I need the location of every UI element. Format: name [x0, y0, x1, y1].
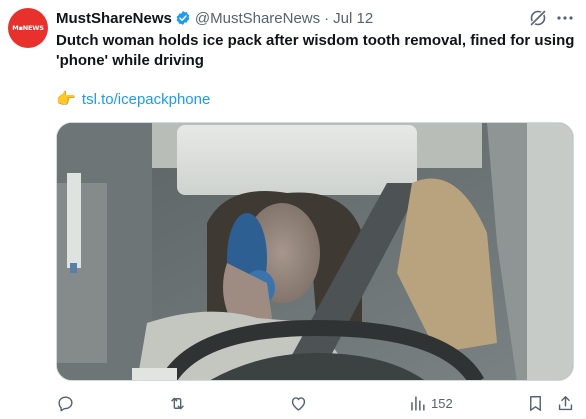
- bookmark-icon: [530, 395, 541, 411]
- reply-icon: [58, 395, 73, 411]
- verified-badge-icon[interactable]: [175, 10, 191, 26]
- retweet-button[interactable]: [168, 392, 187, 414]
- like-button[interactable]: [289, 392, 308, 414]
- pointing-hand-icon: 👉: [56, 91, 76, 108]
- tweet[interactable]: M▪NEWS MustShareNews @MustShareNews · Ju…: [0, 0, 586, 419]
- grok-icon[interactable]: [528, 8, 548, 28]
- link-line: 👉 tsl.to/icepackphone: [56, 90, 210, 110]
- post-date[interactable]: Jul 12: [333, 10, 373, 27]
- retweet-icon: [171, 397, 184, 409]
- bookmark-button[interactable]: [526, 392, 545, 414]
- handle[interactable]: @MustShareNews: [195, 10, 320, 27]
- tweet-link[interactable]: tsl.to/icepackphone: [82, 90, 210, 110]
- more-icon[interactable]: [555, 8, 575, 28]
- photo-car-interior: [57, 123, 573, 380]
- avatar[interactable]: M▪NEWS: [8, 8, 48, 48]
- share-icon: [558, 395, 573, 410]
- tweet-text: Dutch woman holds ice pack after wisdom …: [56, 32, 575, 69]
- reply-button[interactable]: [56, 392, 75, 414]
- action-bar: 152: [56, 392, 578, 414]
- avatar-logo-text: M▪NEWS: [12, 24, 44, 32]
- views-button[interactable]: 152: [408, 392, 453, 414]
- display-name[interactable]: MustShareNews: [56, 10, 172, 27]
- separator-dot: ·: [324, 9, 330, 27]
- tweet-photo[interactable]: [56, 122, 574, 381]
- views-icon: [411, 395, 425, 411]
- views-count: 152: [431, 395, 453, 411]
- like-icon: [291, 396, 306, 411]
- tweet-header: MustShareNews @MustShareNews · Jul 12: [56, 8, 373, 28]
- share-button[interactable]: [556, 392, 575, 414]
